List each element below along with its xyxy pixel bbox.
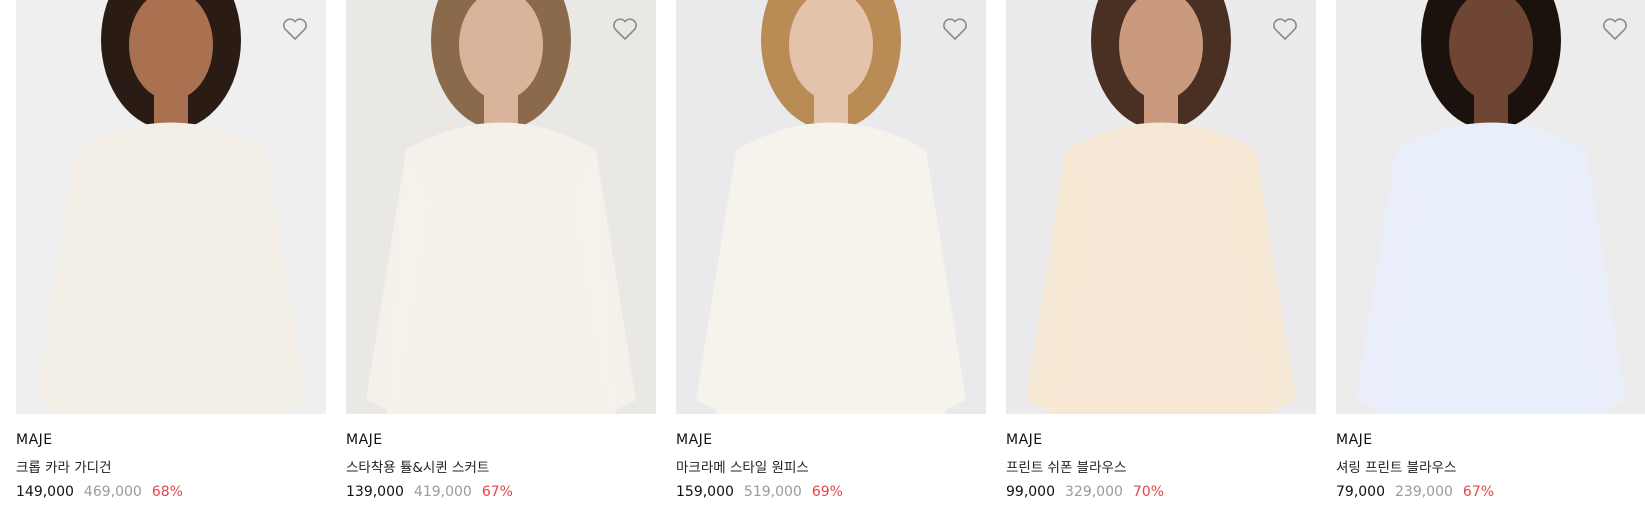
product-image[interactable] [676,0,986,414]
original-price: 469,000 [83,484,142,500]
product-grid: MAJE 크롭 카라 가디건 149,000 469,000 68% MAJE … [0,0,1645,516]
model-print-blouse-image [1356,0,1626,414]
discount-rate: 67% [1462,484,1495,500]
product-card[interactable]: MAJE 스타착용 튤&시퀸 스커트 139,000 419,000 67% [346,0,656,500]
discount-rate: 67% [481,484,513,500]
product-name[interactable]: 크롭 카라 가디건 [16,456,326,476]
product-prices: 149,000 469,000 68% [16,484,326,500]
wishlist-heart-icon[interactable] [940,14,970,44]
original-price: 519,000 [743,484,802,500]
product-name[interactable]: 스타착용 튤&시퀸 스커트 [346,456,656,476]
model-skirt-image [366,0,636,414]
product-prices: 79,000 239,000 67% [1336,484,1645,500]
product-image[interactable] [16,0,326,414]
model-blouse-image [1026,0,1296,414]
product-card[interactable]: MAJE 셔링 프린트 블라우스 79,000 239,000 67% [1336,0,1645,500]
original-price: 239,000 [1395,484,1453,500]
model-cardigan-image [36,0,306,414]
product-card[interactable]: MAJE 프린트 쉬폰 블라우스 99,000 329,000 70% [1006,0,1316,500]
sale-price: 99,000 [1006,484,1055,500]
wishlist-heart-icon[interactable] [610,14,640,44]
sale-price: 159,000 [676,484,734,500]
product-card[interactable]: MAJE 크롭 카라 가디건 149,000 469,000 68% [16,0,326,500]
discount-rate: 69% [811,484,843,500]
wishlist-heart-icon[interactable] [280,14,310,44]
product-image[interactable] [346,0,656,414]
original-price: 419,000 [413,484,472,500]
discount-rate: 68% [151,484,183,500]
product-name[interactable]: 셔링 프린트 블라우스 [1336,456,1645,476]
original-price: 329,000 [1065,484,1123,500]
product-brand[interactable]: MAJE [1336,432,1645,448]
product-prices: 139,000 419,000 67% [346,484,656,500]
product-brand[interactable]: MAJE [676,432,986,448]
product-image[interactable] [1006,0,1316,414]
product-name[interactable]: 프린트 쉬폰 블라우스 [1006,456,1316,476]
product-image[interactable] [1336,0,1645,414]
product-brand[interactable]: MAJE [346,432,656,448]
product-brand[interactable]: MAJE [16,432,326,448]
product-name[interactable]: 마크라메 스타일 원피스 [676,456,986,476]
wishlist-heart-icon[interactable] [1270,14,1300,44]
sale-price: 149,000 [16,484,74,500]
sale-price: 139,000 [346,484,404,500]
product-card[interactable]: MAJE 마크라메 스타일 원피스 159,000 519,000 69% [676,0,986,500]
sale-price: 79,000 [1336,484,1385,500]
product-brand[interactable]: MAJE [1006,432,1316,448]
wishlist-heart-icon[interactable] [1600,14,1630,44]
product-prices: 99,000 329,000 70% [1006,484,1316,500]
discount-rate: 70% [1132,484,1165,500]
product-prices: 159,000 519,000 69% [676,484,986,500]
model-dress-image [696,0,966,414]
